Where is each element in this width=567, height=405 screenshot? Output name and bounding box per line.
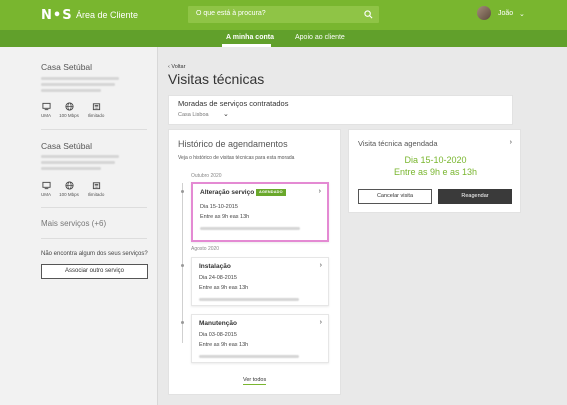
blurred-address — [41, 155, 119, 158]
service-label: 100 Mbps — [59, 113, 79, 118]
month-label: Outubro 2020 — [191, 173, 222, 179]
search-input[interactable]: O que está à procura? — [188, 6, 379, 23]
page-title: Visitas técnicas — [168, 71, 265, 87]
card-date: Dia 03-08-2015 — [199, 332, 237, 338]
reschedule-button[interactable]: Reagendar — [438, 189, 512, 204]
divider — [41, 238, 147, 239]
card-date: Dia 24-08-2015 — [199, 275, 237, 281]
chevron-right-icon[interactable]: › — [320, 319, 322, 326]
timeline-dot — [181, 190, 184, 193]
back-label[interactable]: Voltar — [171, 64, 185, 70]
chevron-down-icon[interactable]: ⌄ — [223, 110, 229, 118]
blurred-address — [41, 167, 101, 170]
search-placeholder: O que está à procura? — [196, 10, 266, 17]
cancel-visit-button[interactable]: Cancelar visita — [358, 189, 432, 204]
card-title: Alteração serviço — [200, 189, 255, 196]
address-selector[interactable]: Moradas de serviços contratados Casa Lis… — [168, 95, 513, 125]
user-name[interactable]: João — [498, 10, 513, 17]
blurred-address — [199, 298, 299, 301]
more-services-link[interactable]: Mais serviços (+6) — [41, 219, 106, 228]
service-label: 100 Mbps — [59, 192, 79, 197]
tab-customer-support[interactable]: Apoio ao cliente — [295, 34, 345, 41]
card-time: Entre as 9h eas 13h — [199, 285, 249, 291]
card-title: Manutenção — [199, 320, 237, 327]
house-title[interactable]: Casa Setúbal — [41, 141, 92, 151]
nos-logo[interactable]: N•S — [41, 8, 73, 23]
subnav: A minha conta Apoio ao cliente — [0, 30, 567, 47]
blurred-address — [41, 83, 115, 86]
globe-icon — [64, 102, 74, 111]
scheduled-visit-title[interactable]: Visita técnica agendada — [358, 139, 438, 148]
service-label: UMA — [41, 113, 51, 118]
search-icon[interactable] — [364, 10, 373, 19]
tv-icon — [41, 102, 51, 111]
top-bar: N•S Área de Cliente O que está à procura… — [0, 0, 567, 30]
service-internet: 100 Mbps — [58, 102, 80, 118]
history-card[interactable]: Alteração serviço AGENDADO › Dia 15-10-2… — [191, 182, 329, 242]
blurred-address — [41, 77, 119, 80]
service-tv: UMA — [35, 181, 57, 197]
address-selector-value[interactable]: Casa Lisboa — [178, 112, 209, 118]
back-link[interactable]: ‹ Voltar — [168, 64, 185, 70]
chevron-right-icon[interactable]: › — [319, 188, 321, 195]
month-label: Agosto 2020 — [191, 246, 220, 252]
see-all-link[interactable]: Ver todos — [243, 377, 267, 385]
app-title: Área de Cliente — [76, 10, 139, 20]
tv-icon — [41, 181, 51, 190]
avatar[interactable] — [477, 6, 491, 20]
card-time: Entre as 9h eas 13h — [200, 214, 250, 220]
scheduled-visit-time: Entre as 9h e as 13h — [393, 167, 478, 177]
card-date: Dia 15-10-2015 — [200, 204, 238, 210]
service-tv: UMA — [35, 102, 57, 118]
service-internet: 100 Mbps — [58, 181, 80, 197]
scheduled-visit-panel: Visita técnica agendada › Dia 15-10-2020… — [348, 129, 521, 213]
phone-icon — [92, 103, 100, 111]
history-card[interactable]: Instalação › Dia 24-08-2015 Entre as 9h … — [191, 257, 329, 306]
house-title[interactable]: Casa Setúbal — [41, 62, 92, 72]
blurred-address — [200, 227, 300, 230]
divider — [41, 207, 147, 208]
address-selector-title: Moradas de serviços contratados — [178, 99, 289, 108]
card-time: Entre as 9h eas 13h — [199, 342, 249, 348]
scheduled-visit-day: Dia 15-10-2020 — [404, 155, 467, 165]
service-label: Ilimitado — [87, 192, 105, 197]
globe-icon — [64, 181, 74, 190]
timeline-dot — [181, 321, 184, 324]
chevron-right-icon[interactable]: › — [320, 262, 322, 269]
history-panel: Histórico de agendamentos Veja o históri… — [168, 129, 341, 395]
status-badge: AGENDADO — [256, 189, 286, 196]
timeline-line — [182, 183, 183, 343]
tab-my-account[interactable]: A minha conta — [226, 34, 274, 41]
card-title: Instalação — [199, 263, 231, 270]
service-phone: Ilimitado — [85, 102, 107, 118]
blurred-address — [41, 89, 101, 92]
chevron-right-icon[interactable]: › — [510, 139, 512, 146]
history-card[interactable]: Manutenção › Dia 03-08-2015 Entre as 9h … — [191, 314, 329, 363]
blurred-address — [41, 161, 115, 164]
service-label: UMA — [41, 192, 51, 197]
service-phone: Ilimitado — [85, 181, 107, 197]
timeline-dot — [181, 264, 184, 267]
phone-icon — [92, 182, 100, 190]
divider — [41, 129, 147, 130]
blurred-address — [199, 355, 299, 358]
active-tab-indicator — [222, 44, 271, 47]
history-title: Histórico de agendamentos — [178, 139, 288, 149]
history-description: Veja o histórico de visitas técnicas par… — [178, 155, 295, 161]
missing-services-text: Não encontra algum dos seus serviços? — [41, 251, 148, 257]
chevron-down-icon[interactable]: ⌄ — [519, 10, 525, 18]
service-label: Ilimitado — [87, 113, 105, 118]
associate-service-button[interactable]: Associar outro serviço — [41, 264, 148, 279]
